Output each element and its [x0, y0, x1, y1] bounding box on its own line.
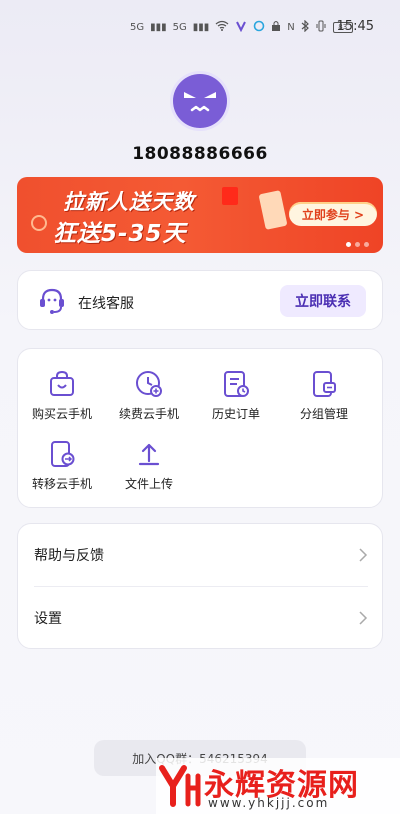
- red-envelope-icon: [222, 187, 238, 205]
- shopping-bag-icon: [50, 370, 74, 396]
- signal-icon: 5G: [130, 21, 145, 33]
- nfc-icon: N: [287, 21, 295, 33]
- phone-deco-icon: [258, 190, 288, 230]
- sync-icon: [253, 20, 265, 35]
- contact-now-button[interactable]: 立即联系: [280, 285, 366, 317]
- menu-item-order-history[interactable]: 历史订单: [196, 369, 276, 422]
- menu-item-label: 文件上传: [124, 477, 173, 491]
- list-item-help-feedback[interactable]: 帮助与反馈: [34, 524, 368, 586]
- menu-item-label: 历史订单: [211, 407, 260, 421]
- app-notification-icon: [235, 20, 247, 35]
- signal-icon-2: 5G: [172, 21, 187, 33]
- carousel-dot: [364, 242, 369, 247]
- bluetooth-icon: [301, 19, 309, 35]
- signal-bars-icon: ▮▮▮: [150, 21, 167, 33]
- settings-list-card: 帮助与反馈 设置: [17, 523, 383, 649]
- vibrate-icon: [315, 20, 327, 35]
- carousel-indicator: [346, 242, 369, 247]
- menu-item-label: 转移云手机: [31, 477, 92, 491]
- user-phone-number: 18088886666: [132, 144, 268, 164]
- menu-item-label: 购买云手机: [31, 407, 92, 421]
- chevron-right-icon: [359, 611, 368, 625]
- menu-item-label: 分组管理: [299, 407, 348, 421]
- menu-item-renew-phone[interactable]: 续费云手机: [109, 369, 189, 422]
- watermark: 永辉资源网 www.yhkjjj.com: [156, 758, 400, 814]
- menu-item-buy-phone[interactable]: 购买云手机: [22, 369, 102, 422]
- status-bar: 5G ▮▮▮ 5G ▮▮▮ N 83 15:45: [0, 0, 400, 52]
- signal-bars-icon-2: ▮▮▮: [192, 21, 210, 33]
- group-manage-icon: [313, 371, 336, 397]
- menu-item-file-upload[interactable]: 文件上传: [109, 439, 189, 492]
- customer-service-icon: [40, 288, 64, 314]
- banner-subheadline: 狂送5-35天: [53, 221, 187, 247]
- order-history-icon: [224, 371, 249, 397]
- clock-plus-icon: [136, 371, 162, 397]
- menu-grid-card: 购买云手机 续费云手机 历史订单 分组管理 转移云手机 文件上传: [17, 348, 383, 508]
- carousel-dot: [355, 242, 360, 247]
- carousel-dot-active: [346, 242, 351, 247]
- avatar[interactable]: [170, 71, 230, 131]
- lock-icon: [271, 20, 281, 35]
- menu-item-transfer-phone[interactable]: 转移云手机: [22, 439, 102, 492]
- status-time: 15:45: [336, 19, 374, 34]
- transfer-icon: [51, 441, 75, 467]
- banner-headline: 拉新人送天数: [63, 190, 195, 214]
- online-service-label: 在线客服: [78, 296, 134, 312]
- list-item-settings[interactable]: 设置: [34, 587, 368, 649]
- wifi-icon: [215, 20, 229, 34]
- list-item-label: 设置: [34, 611, 62, 627]
- promo-banner[interactable]: 拉新人送天数 狂送5-35天 立即参与 >: [17, 177, 383, 253]
- watermark-url: www.yhkjjj.com: [208, 796, 330, 810]
- chevron-right-icon: [359, 548, 368, 562]
- online-service-card: 在线客服 立即联系: [17, 270, 383, 330]
- list-item-label: 帮助与反馈: [34, 548, 104, 564]
- menu-item-group-manage[interactable]: 分组管理: [284, 369, 364, 422]
- status-icons: 5G ▮▮▮ 5G ▮▮▮ N 83: [130, 19, 353, 35]
- menu-item-label: 续费云手机: [118, 407, 179, 421]
- clock-deco-icon: [31, 215, 47, 231]
- banner-join-button[interactable]: 立即参与 >: [289, 202, 377, 226]
- upload-icon: [138, 443, 160, 466]
- avatar-face-icon: [173, 74, 227, 128]
- watermark-logo-icon: [159, 765, 201, 807]
